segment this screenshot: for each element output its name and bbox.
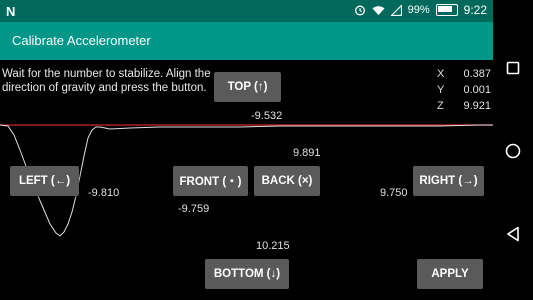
axis-label-z: Z	[437, 100, 444, 112]
bottom-button[interactable]: BOTTOM (↓)	[205, 259, 289, 289]
home-button[interactable]	[505, 143, 521, 159]
front-button[interactable]: FRONT (・)	[173, 166, 248, 196]
axis-value-z: 9.921	[463, 100, 491, 112]
apply-button[interactable]: APPLY	[417, 259, 483, 289]
instructions-text: Wait for the number to stabilize. Align …	[2, 68, 211, 94]
readout-z: Z 9.921	[437, 100, 491, 112]
recents-button[interactable]	[505, 60, 521, 76]
back-triangle-icon	[507, 226, 519, 242]
recents-icon	[506, 61, 520, 75]
back-nav-button[interactable]	[505, 226, 521, 242]
axis-label-x: X	[437, 68, 445, 80]
readout-x: X 0.387	[437, 68, 491, 80]
front-value: -9.759	[178, 203, 210, 215]
sensor-graph	[0, 124, 493, 237]
navigation-bar	[493, 0, 533, 300]
right-value: 9.750	[380, 187, 408, 199]
axis-value-y: 0.001	[463, 84, 491, 96]
left-value: -9.810	[88, 187, 120, 199]
top-value: -9.532	[251, 110, 283, 122]
left-button[interactable]: LEFT (←)	[10, 166, 79, 196]
back-button[interactable]: BACK (×)	[254, 166, 320, 196]
back-value: 9.891	[293, 147, 321, 159]
right-button[interactable]: RIGHT (→)	[413, 166, 484, 196]
axis-value-x: 0.387	[463, 68, 491, 80]
readout-y: Y 0.001	[437, 84, 491, 96]
top-button[interactable]: TOP (↑)	[214, 72, 281, 102]
axis-label-y: Y	[437, 84, 445, 96]
home-icon	[505, 143, 521, 159]
screen: N 99% 9:22 Calibrate Accelerometer Wait …	[0, 0, 533, 300]
bottom-value: 10.215	[256, 240, 290, 252]
